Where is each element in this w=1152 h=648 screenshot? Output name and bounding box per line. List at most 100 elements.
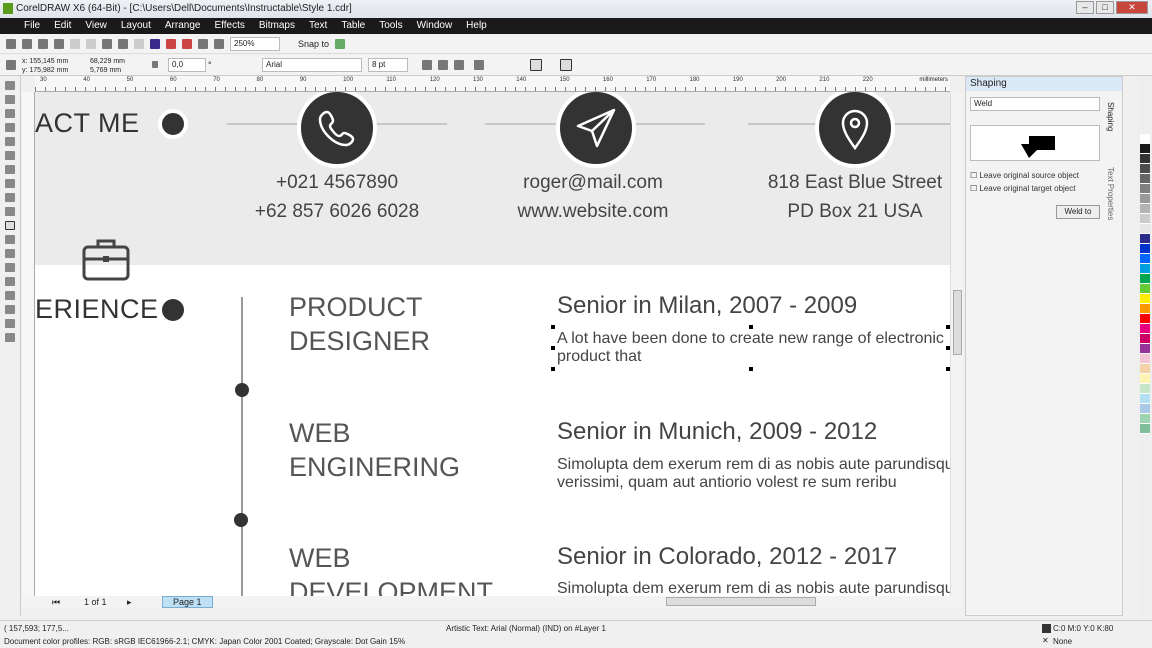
paste-icon[interactable] bbox=[102, 38, 112, 49]
export-icon[interactable] bbox=[182, 38, 192, 49]
options-icon[interactable] bbox=[335, 38, 346, 49]
connector-tool-icon[interactable] bbox=[5, 263, 15, 272]
rotation-angle-field[interactable]: 0,0 bbox=[168, 58, 206, 72]
menu-layout[interactable]: Layout bbox=[121, 18, 151, 34]
width-field[interactable]: 68,229 mm bbox=[90, 57, 125, 66]
text-properties-icon[interactable] bbox=[530, 59, 542, 71]
drawing-canvas[interactable]: ACT ME +021 4567890 +62 857 6026 6028 rog… bbox=[35, 92, 950, 596]
italic-icon[interactable] bbox=[438, 60, 448, 70]
palette-swatch[interactable] bbox=[1140, 164, 1150, 174]
x-position-field[interactable]: x: 155,145 mm bbox=[22, 57, 68, 66]
close-button[interactable]: ✕ bbox=[1116, 1, 1148, 14]
redo-icon[interactable] bbox=[134, 38, 144, 49]
color-profiles[interactable]: Document color profiles: RGB: sRGB IEC61… bbox=[4, 637, 405, 646]
height-field[interactable]: 5,769 mm bbox=[90, 66, 125, 75]
smart-fill-icon[interactable] bbox=[5, 151, 15, 160]
palette-swatch[interactable] bbox=[1140, 194, 1150, 204]
blend-tool-icon[interactable] bbox=[5, 277, 15, 286]
palette-swatch[interactable] bbox=[1140, 414, 1150, 424]
dimension-tool-icon[interactable] bbox=[5, 249, 15, 258]
new-icon[interactable] bbox=[6, 38, 16, 49]
horizontal-scrollbar-thumb[interactable] bbox=[666, 597, 816, 606]
palette-swatch[interactable] bbox=[1140, 134, 1150, 144]
tab-shaping[interactable]: Shaping bbox=[1106, 102, 1115, 131]
first-page-button[interactable]: ⏮ bbox=[52, 597, 60, 608]
palette-swatch[interactable] bbox=[1140, 224, 1150, 234]
leave-source-checkbox[interactable]: ☐ Leave original source object bbox=[970, 171, 1079, 180]
shaping-mode-select[interactable]: Weld bbox=[970, 97, 1100, 111]
font-list-select[interactable]: Arial bbox=[262, 58, 362, 72]
palette-swatch[interactable] bbox=[1140, 424, 1150, 434]
next-page-button[interactable]: ▸ bbox=[127, 597, 132, 608]
interactive-fill-icon[interactable] bbox=[5, 333, 15, 342]
menu-table[interactable]: Table bbox=[341, 18, 365, 34]
palette-swatch[interactable] bbox=[1140, 404, 1150, 414]
menu-text[interactable]: Text bbox=[309, 18, 327, 34]
underline-icon[interactable] bbox=[454, 60, 464, 70]
palette-swatch[interactable] bbox=[1140, 344, 1150, 354]
tab-text-properties[interactable]: Text Properties bbox=[1106, 167, 1115, 220]
menu-window[interactable]: Window bbox=[417, 18, 453, 34]
palette-swatch[interactable] bbox=[1140, 384, 1150, 394]
palette-swatch[interactable] bbox=[1140, 374, 1150, 384]
palette-swatch[interactable] bbox=[1140, 294, 1150, 304]
print-icon[interactable] bbox=[54, 38, 64, 49]
object-origin-icon[interactable] bbox=[6, 60, 16, 70]
basic-shapes-icon[interactable] bbox=[5, 207, 15, 216]
selection-handle[interactable] bbox=[749, 367, 753, 371]
selection-handle[interactable] bbox=[749, 325, 753, 329]
menu-view[interactable]: View bbox=[85, 18, 107, 34]
palette-swatch[interactable] bbox=[1140, 284, 1150, 294]
palette-swatch[interactable] bbox=[1140, 364, 1150, 374]
palette-swatch[interactable] bbox=[1140, 174, 1150, 184]
edit-text-icon[interactable] bbox=[560, 59, 572, 71]
vertical-scrollbar[interactable] bbox=[950, 92, 963, 596]
y-position-field[interactable]: y: 175,982 mm bbox=[22, 66, 68, 75]
crop-tool-icon[interactable] bbox=[5, 109, 15, 118]
cut-icon[interactable] bbox=[70, 38, 80, 49]
palette-swatch[interactable] bbox=[1140, 394, 1150, 404]
menu-arrange[interactable]: Arrange bbox=[165, 18, 201, 34]
save-icon[interactable] bbox=[38, 38, 48, 49]
menu-effects[interactable]: Effects bbox=[214, 18, 244, 34]
selection-handle[interactable] bbox=[551, 325, 555, 329]
menu-help[interactable]: Help bbox=[466, 18, 487, 34]
leave-target-checkbox[interactable]: ☐ Leave original target object bbox=[970, 184, 1075, 193]
align-icon[interactable] bbox=[474, 60, 484, 70]
weld-to-button[interactable]: Weld to bbox=[1056, 205, 1100, 219]
font-size-select[interactable]: 8 pt bbox=[368, 58, 408, 72]
palette-swatch[interactable] bbox=[1140, 304, 1150, 314]
ellipse-tool-icon[interactable] bbox=[5, 179, 15, 188]
vertical-ruler[interactable] bbox=[22, 92, 35, 596]
palette-swatch[interactable] bbox=[1140, 234, 1150, 244]
minimize-button[interactable]: – bbox=[1076, 1, 1094, 14]
polygon-tool-icon[interactable] bbox=[5, 193, 15, 202]
menu-edit[interactable]: Edit bbox=[54, 18, 71, 34]
menu-bitmaps[interactable]: Bitmaps bbox=[259, 18, 295, 34]
palette-swatch[interactable] bbox=[1140, 274, 1150, 284]
shape-tool-icon[interactable] bbox=[5, 95, 15, 104]
palette-swatch[interactable] bbox=[1140, 264, 1150, 274]
zoom-tool-icon[interactable] bbox=[5, 123, 15, 132]
page-tab-1[interactable]: Page 1 bbox=[162, 596, 213, 608]
snap-to-dropdown[interactable]: Snap to bbox=[298, 39, 329, 49]
palette-swatch[interactable] bbox=[1140, 254, 1150, 264]
palette-swatch[interactable] bbox=[1140, 154, 1150, 164]
pick-tool-icon[interactable] bbox=[5, 81, 15, 90]
freehand-tool-icon[interactable] bbox=[5, 137, 15, 146]
undo-icon[interactable] bbox=[118, 38, 128, 49]
scrollbar-thumb[interactable] bbox=[953, 290, 962, 355]
text-tool-icon[interactable] bbox=[5, 221, 15, 230]
application-launcher-icon[interactable] bbox=[198, 38, 208, 49]
import-icon[interactable] bbox=[166, 38, 176, 49]
table-tool-icon[interactable] bbox=[5, 235, 15, 244]
lock-ratio-icon[interactable] bbox=[152, 61, 158, 68]
menu-file[interactable]: File bbox=[24, 18, 40, 34]
selection-handle[interactable] bbox=[551, 346, 555, 350]
palette-swatch[interactable] bbox=[1140, 184, 1150, 194]
eyedropper-tool-icon[interactable] bbox=[5, 291, 15, 300]
welcome-screen-icon[interactable] bbox=[214, 38, 224, 49]
palette-swatch[interactable] bbox=[1140, 334, 1150, 344]
maximize-button[interactable]: □ bbox=[1096, 1, 1114, 14]
palette-swatch[interactable] bbox=[1140, 214, 1150, 224]
